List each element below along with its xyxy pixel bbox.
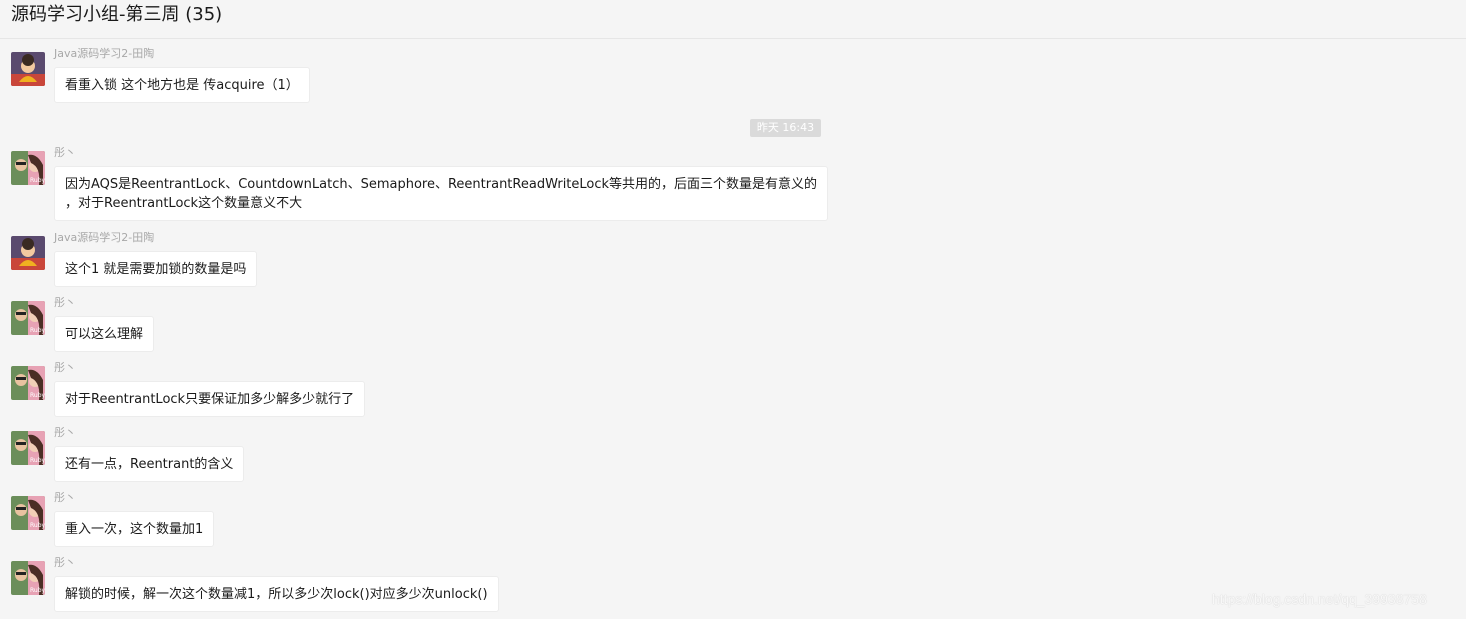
avatar[interactable]: Ruby (11, 431, 45, 465)
sender-name: 彤丶 (54, 426, 76, 439)
message-text: 重入一次，这个数量加1 (65, 522, 204, 537)
svg-text:Ruby: Ruby (30, 392, 45, 399)
message-bubble[interactable]: 这个1 就是需要加锁的数量是吗 (54, 251, 258, 287)
sender-name: 彤丶 (54, 556, 76, 569)
svg-text:Ruby: Ruby (30, 457, 45, 464)
avatar[interactable]: Ruby (11, 151, 45, 185)
message-bubble[interactable]: 因为AQS是ReentrantLock、CountdownLatch、Semap… (54, 166, 829, 221)
message-text: 解锁的时候，解一次这个数量减1，所以多少次lock()对应多少次unlock() (65, 587, 488, 602)
message-text: 还有一点，Reentrant的含义 (65, 457, 234, 472)
time-divider: 昨天 16:43 (750, 119, 821, 137)
avatar-b-image: Ruby (11, 301, 45, 335)
message-bubble[interactable]: 对于ReentrantLock只要保证加多少解多少就行了 (54, 381, 366, 417)
message-bubble[interactable]: 可以这么理解 (54, 316, 155, 352)
sender-name: Java源码学习2-田陶 (54, 231, 155, 244)
avatar-a-image (11, 236, 45, 270)
svg-text:Ruby: Ruby (30, 327, 45, 334)
message-bubble[interactable]: 解锁的时候，解一次这个数量减1，所以多少次lock()对应多少次unlock() (54, 576, 499, 612)
chat-header: 源码学习小组-第三周 (35) (0, 0, 1466, 39)
sender-name: Java源码学习2-田陶 (54, 47, 155, 60)
message-text: 对于ReentrantLock只要保证加多少解多少就行了 (65, 392, 355, 407)
avatar-b-image: Ruby (11, 366, 45, 400)
sender-name: 彤丶 (54, 296, 76, 309)
avatar[interactable] (11, 52, 45, 86)
chat-title: 源码学习小组-第三周 (35) (11, 4, 223, 25)
avatar-b-image: Ruby (11, 151, 45, 185)
avatar[interactable]: Ruby (11, 496, 45, 530)
avatar-b-image: Ruby (11, 431, 45, 465)
message-bubble[interactable]: 重入一次，这个数量加1 (54, 511, 215, 547)
avatar[interactable]: Ruby (11, 301, 45, 335)
avatar[interactable] (11, 236, 45, 270)
avatar-b-image: Ruby (11, 561, 45, 595)
svg-text:Ruby: Ruby (30, 522, 45, 529)
sender-name: 彤丶 (54, 491, 76, 504)
message-text: 可以这么理解 (65, 327, 144, 342)
avatar-a-image (11, 52, 45, 86)
sender-name: 彤丶 (54, 146, 76, 159)
message-text: 看重入锁 这个地方也是 传acquire（1） (65, 78, 299, 93)
avatar[interactable]: Ruby (11, 366, 45, 400)
message-bubble[interactable]: 还有一点，Reentrant的含义 (54, 446, 245, 482)
message-text-line: 因为AQS是ReentrantLock、CountdownLatch、Semap… (65, 177, 818, 192)
message-text: 这个1 就是需要加锁的数量是吗 (65, 262, 247, 277)
svg-text:Ruby: Ruby (30, 177, 45, 184)
sender-name: 彤丶 (54, 361, 76, 374)
avatar-b-image: Ruby (11, 496, 45, 530)
message-text-line: ，对于ReentrantLock这个数量意义不大 (65, 196, 303, 211)
avatar[interactable]: Ruby (11, 561, 45, 595)
message-bubble[interactable]: 看重入锁 这个地方也是 传acquire（1） (54, 67, 310, 103)
watermark: https://blog.csdn.net/qq_39938758 (1212, 591, 1427, 607)
svg-text:Ruby: Ruby (30, 587, 45, 594)
